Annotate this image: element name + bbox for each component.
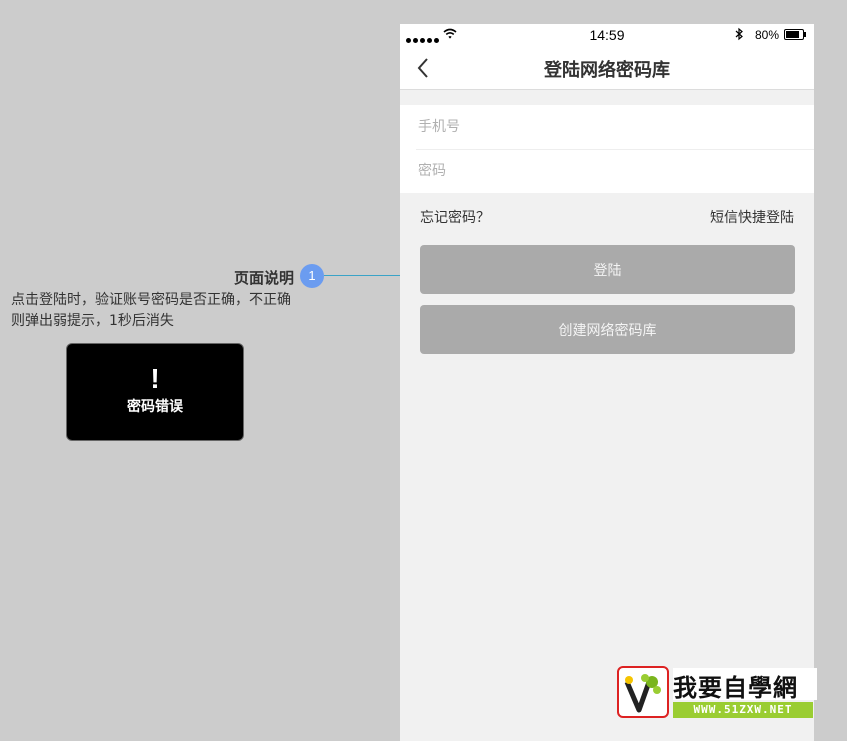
toast-message: 密码错误 [127,399,183,415]
battery-level [786,31,799,38]
password-input[interactable] [418,149,814,193]
bluetooth-icon [735,27,743,41]
nav-bar: 登陆网络密码库 [400,46,814,90]
page-title: 登陆网络密码库 [544,60,670,81]
status-time: 14:59 [589,27,625,43]
login-button[interactable]: 登陆 [420,245,795,294]
exclamation-icon: ! [150,363,160,394]
forgot-password-link[interactable]: 忘记密码？ [420,207,490,227]
phone-input[interactable] [418,105,814,149]
battery-icon [784,29,806,40]
annotation-badge: 1 [300,264,324,288]
create-vault-button[interactable]: 创建网络密码库 [420,305,795,354]
logo-url: WWW.51ZXW.NET [673,702,813,718]
phone-screen: 14:59 80% 登陆网络密码库 忘记密码？ 短信快捷登陆 登陆 创建网络密码… [400,24,814,741]
logo-name: 我要自學網 [673,668,817,702]
status-bar: 14:59 80% [400,24,814,46]
annotation-title: 页面说明 [234,269,295,287]
sms-login-link[interactable]: 短信快捷登陆 [710,207,794,227]
annotation-description: 点击登陆时，验证账号密码是否正确，不正确则弹出弱提示，1秒后消失 [11,292,291,329]
watermark-logo: 我要自學網 WWW.51ZXW.NET [617,666,817,720]
login-form [400,105,814,193]
error-toast: ! 密码错误 [66,343,244,441]
logo-mark-icon [617,666,669,718]
battery-percent: 80% [755,28,780,42]
